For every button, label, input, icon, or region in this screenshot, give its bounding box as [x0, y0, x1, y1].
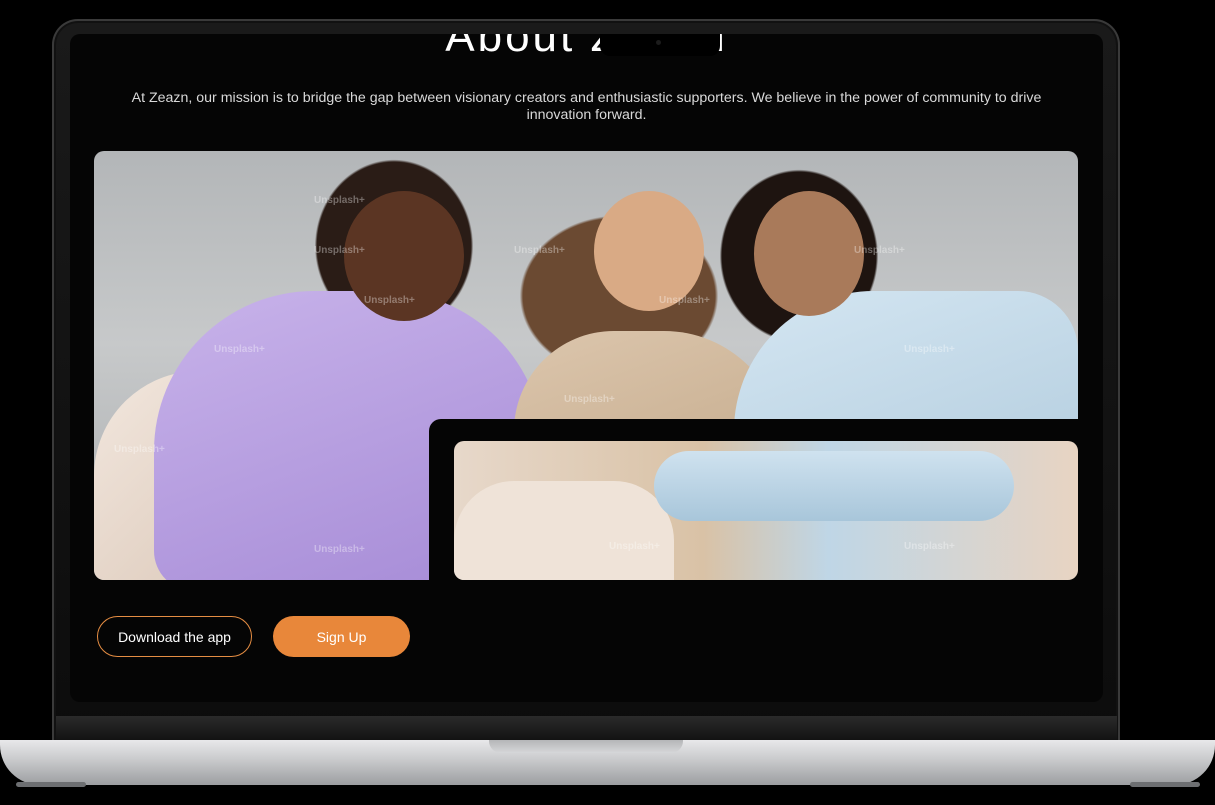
watermark: Unsplash+: [314, 195, 365, 206]
photo-shape: [594, 191, 704, 311]
watermark: Unsplash+: [904, 344, 955, 355]
mission-text: At Zeazn, our mission is to bridge the g…: [131, 90, 1042, 124]
laptop-screen: About Zeazn At Zeazn, our mission is to …: [70, 34, 1103, 702]
watermark: Unsplash+: [659, 295, 710, 306]
watermark: Unsplash+: [114, 444, 165, 455]
laptop-foot: [16, 782, 86, 787]
watermark: Unsplash+: [904, 541, 955, 552]
laptop-foot: [1130, 782, 1200, 787]
watermark: Unsplash+: [314, 544, 365, 555]
photo-shape: [754, 191, 864, 316]
watermark: Unsplash+: [514, 245, 565, 256]
camera-notch: [600, 34, 720, 56]
download-app-button[interactable]: Download the app: [97, 616, 252, 657]
watermark: Unsplash+: [314, 245, 365, 256]
laptop-hinge: [56, 716, 1117, 742]
watermark: Unsplash+: [214, 344, 265, 355]
photo-shape: [454, 481, 674, 580]
sign-up-button[interactable]: Sign Up: [273, 616, 410, 657]
photo-shape: [654, 451, 1014, 521]
secondary-photo: Unsplash+ Unsplash+: [454, 441, 1078, 580]
page-title: About Zeazn: [445, 34, 728, 61]
watermark: Unsplash+: [609, 541, 660, 552]
watermark: Unsplash+: [564, 394, 615, 405]
watermark: Unsplash+: [364, 295, 415, 306]
camera-icon: [656, 40, 661, 45]
laptop-base-notch: [489, 740, 683, 753]
watermark: Unsplash+: [854, 245, 905, 256]
